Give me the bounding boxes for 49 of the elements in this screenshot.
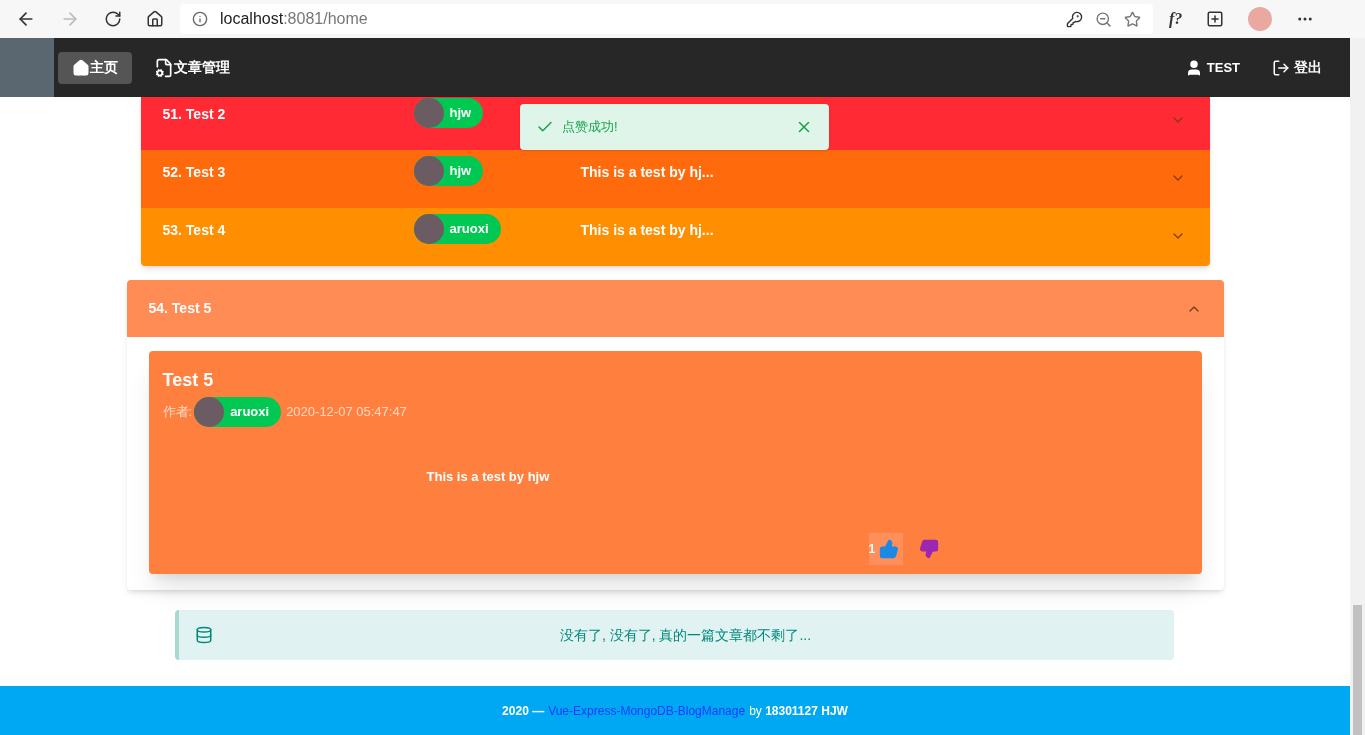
- favorite-icon[interactable]: [1124, 10, 1141, 28]
- post-title: 52. Test 3: [162, 163, 227, 182]
- author-chip[interactable]: hjw: [413, 156, 484, 186]
- post-summary: This is a test by hj...: [580, 163, 715, 182]
- user-button[interactable]: TEST: [1184, 57, 1240, 78]
- url-text: localhost:8081/home: [220, 9, 368, 29]
- author-label: 作者:: [162, 403, 193, 422]
- home-icon: [72, 58, 90, 77]
- document-gear-icon: [154, 57, 174, 78]
- footer-link[interactable]: Vue-Express-MongoDB-BlogManage: [548, 701, 746, 720]
- author-chip[interactable]: aruoxi: [413, 214, 501, 244]
- info-icon: [192, 11, 208, 27]
- post-panel-header[interactable]: 53. Test 4 aruoxi This is a test by hj...: [140, 208, 1210, 266]
- nav-tab[interactable]: 文章管理: [140, 51, 244, 84]
- zoom-out-icon[interactable]: [1095, 10, 1112, 28]
- author-chip[interactable]: aruoxi: [194, 397, 282, 427]
- logout-button[interactable]: 登出: [1272, 57, 1322, 78]
- post-body: This is a test by hjw: [426, 468, 551, 486]
- footer-credit: by 18301127 HJW: [749, 702, 848, 720]
- collections-icon[interactable]: [1206, 10, 1225, 28]
- avatar: [413, 156, 444, 186]
- post-card-title: Test 5: [162, 369, 215, 392]
- font-button[interactable]: f?: [1169, 7, 1183, 31]
- database-icon: [195, 626, 213, 644]
- avatar: [413, 98, 444, 128]
- reload-icon[interactable]: [104, 10, 122, 28]
- footer-year: 2020 —: [502, 702, 545, 720]
- post-date: 2020-12-07 05:47:47: [286, 403, 407, 422]
- key-icon[interactable]: [1066, 10, 1083, 28]
- toast-text: 点赞成功!: [562, 118, 619, 137]
- like-count: 1: [868, 540, 876, 558]
- post-title: 54. Test 5: [148, 299, 213, 318]
- like-button[interactable]: 1: [868, 532, 904, 565]
- logo-placeholder: [0, 38, 54, 97]
- post-title: 53. Test 4: [162, 221, 227, 240]
- thumbs-down-icon[interactable]: [919, 538, 940, 559]
- post-summary: This is a test by hj...: [580, 221, 715, 240]
- post-panel-header[interactable]: 54. Test 5: [126, 280, 1224, 337]
- nav-tab[interactable]: 主页: [58, 51, 132, 84]
- post-panel-header[interactable]: 52. Test 3 hjw This is a test by hj...: [140, 150, 1210, 208]
- thumbs-up-icon: [879, 538, 900, 559]
- home-icon[interactable]: [146, 10, 164, 28]
- logout-icon: [1272, 58, 1290, 77]
- post-title: 51. Test 2: [162, 105, 227, 124]
- alert-text: 没有了, 没有了, 真的一篇文章都不剩了...: [558, 625, 813, 645]
- author-chip[interactable]: hjw: [413, 98, 484, 128]
- avatar: [413, 214, 444, 244]
- address-bar[interactable]: localhost:8081/home: [180, 4, 1153, 34]
- avatar: [194, 397, 225, 427]
